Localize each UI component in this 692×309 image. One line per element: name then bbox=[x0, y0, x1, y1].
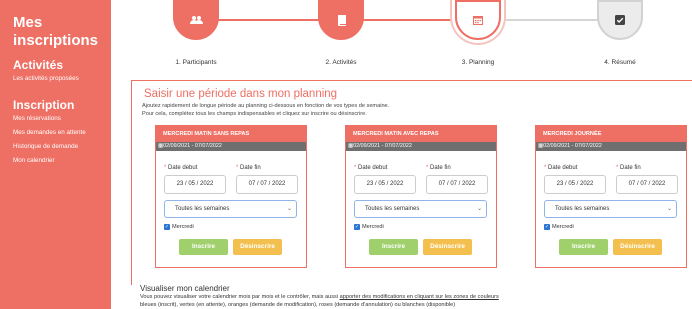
chevron-down-icon: ⌄ bbox=[476, 206, 482, 212]
chevron-down-icon: ⌄ bbox=[286, 206, 292, 212]
sidebar: Mes inscriptions Activités Les activités… bbox=[0, 0, 111, 309]
calendar-icon bbox=[455, 0, 501, 40]
date-debut-label: * Date debut bbox=[354, 165, 387, 171]
sidebar-link-calendrier[interactable]: Mon calendrier bbox=[13, 157, 111, 165]
sidebar-heading-inscription: Inscription bbox=[13, 98, 75, 112]
inscrire-button[interactable]: Inscrire bbox=[559, 239, 608, 255]
panel-description: Ajoutez rapidement de longue période au … bbox=[142, 103, 389, 118]
inscrire-button[interactable]: Inscrire bbox=[369, 239, 418, 255]
activity-card: MERCREDI JOURNÉE ▦02/09/2021 - 07/07/202… bbox=[535, 125, 687, 268]
date-fin-label: * Date fin bbox=[426, 165, 451, 171]
required-mark: * bbox=[354, 165, 357, 171]
date-debut-input[interactable]: 23 / 05 / 2022 bbox=[164, 175, 226, 194]
checkbox-label: Mercredi bbox=[172, 224, 194, 230]
panel-description-line: Ajoutez rapidement de longue période au … bbox=[142, 103, 390, 109]
activity-card: MERCREDI MATIN SANS REPAS ▦02/09/2021 - … bbox=[155, 125, 307, 268]
label-text: Date fin bbox=[620, 165, 641, 171]
select-value: Toutes les semaines bbox=[365, 206, 420, 212]
date-debut-input[interactable]: 23 / 05 / 2022 bbox=[354, 175, 416, 194]
card-period-text: 02/09/2021 - 07/07/2022 bbox=[353, 143, 412, 149]
checkbox-checked-icon: ✓ bbox=[354, 224, 360, 230]
calendar-section-title: Visualiser mon calendrier bbox=[140, 284, 230, 293]
panel-description-line: Pour cela, complétez tous les champs ind… bbox=[142, 110, 367, 117]
week-type-select[interactable]: Toutes les semaines ⌄ bbox=[354, 200, 487, 218]
card-period-text: 02/09/2021 - 07/07/2022 bbox=[163, 143, 222, 149]
step-label: 3. Planning bbox=[461, 59, 495, 66]
mercredi-checkbox[interactable]: ✓ Mercredi bbox=[354, 224, 384, 230]
check-square-icon bbox=[597, 0, 643, 40]
date-fin-input[interactable]: 07 / 07 / 2022 bbox=[236, 175, 298, 194]
calendar-description-line: Vous pouvez visualiser votre calendrier … bbox=[140, 294, 499, 302]
mercredi-checkbox[interactable]: ✓ Mercredi bbox=[544, 224, 574, 230]
label-text: Date fin bbox=[430, 165, 451, 171]
label-text: Date debut bbox=[168, 165, 198, 171]
card-period-text: 02/09/2021 - 07/07/2022 bbox=[543, 143, 602, 149]
label-text: Date fin bbox=[240, 165, 261, 171]
checkbox-checked-icon: ✓ bbox=[164, 224, 170, 230]
inscrire-button[interactable]: Inscrire bbox=[179, 239, 228, 255]
desinscrire-button[interactable]: Désinscrire bbox=[423, 239, 472, 255]
required-mark: * bbox=[426, 165, 429, 171]
sidebar-link-demandes-attente[interactable]: Mes demandes en attente bbox=[13, 129, 111, 137]
date-debut-label: * Date debut bbox=[544, 165, 577, 171]
step-label: 4. Résumé bbox=[604, 59, 636, 66]
desinscrire-button[interactable]: Désinscrire bbox=[613, 239, 662, 255]
card-period: ▦02/09/2021 - 07/07/2022 bbox=[346, 142, 496, 151]
sidebar-link-reservations[interactable]: Mes réservations bbox=[13, 115, 111, 123]
calendar-section-description: Vous pouvez visualiser votre calendrier … bbox=[140, 294, 499, 309]
checkbox-label: Mercredi bbox=[552, 224, 574, 230]
card-title: MERCREDI MATIN SANS REPAS bbox=[156, 126, 306, 142]
checkbox-checked-icon: ✓ bbox=[544, 224, 550, 230]
sidebar-heading-activites: Activités bbox=[13, 58, 64, 72]
activity-card: MERCREDI MATIN AVEC REPAS ▦02/09/2021 - … bbox=[345, 125, 497, 268]
sidebar-link-historique[interactable]: Historique de demande bbox=[13, 143, 111, 151]
progress-stepper: 1. Participants 2. Activités 3. Planning… bbox=[111, 0, 692, 72]
week-type-select[interactable]: Toutes les semaines ⌄ bbox=[164, 200, 297, 218]
required-mark: * bbox=[616, 165, 619, 171]
date-fin-input[interactable]: 07 / 07 / 2022 bbox=[426, 175, 488, 194]
select-value: Toutes les semaines bbox=[555, 206, 610, 212]
book-icon bbox=[318, 0, 364, 40]
sidebar-title: Mes inscriptions bbox=[13, 14, 99, 49]
label-text: Date debut bbox=[548, 165, 578, 171]
required-mark: * bbox=[544, 165, 547, 171]
required-mark: * bbox=[164, 165, 167, 171]
date-fin-label: * Date fin bbox=[236, 165, 261, 171]
sidebar-link-activites-proposees[interactable]: Les activités proposées bbox=[13, 75, 111, 83]
step-label: 2. Activités bbox=[325, 59, 357, 66]
label-text: Date debut bbox=[358, 165, 388, 171]
panel-title: Saisir une période dans mon planning bbox=[144, 88, 338, 100]
card-period: ▦02/09/2021 - 07/07/2022 bbox=[536, 142, 686, 151]
date-fin-label: * Date fin bbox=[616, 165, 641, 171]
chevron-down-icon: ⌄ bbox=[666, 206, 672, 212]
card-title: MERCREDI MATIN AVEC REPAS bbox=[346, 126, 496, 142]
card-title: MERCREDI JOURNÉE bbox=[536, 126, 686, 142]
date-fin-input[interactable]: 07 / 07 / 2022 bbox=[616, 175, 678, 194]
calendar-description-text: Vous pouvez visualiser votre calendrier … bbox=[140, 294, 340, 300]
date-debut-input[interactable]: 23 / 05 / 2022 bbox=[544, 175, 606, 194]
period-panel: Saisir une période dans mon planning Ajo… bbox=[131, 80, 692, 285]
date-debut-label: * Date debut bbox=[164, 165, 197, 171]
week-type-select[interactable]: Toutes les semaines ⌄ bbox=[544, 200, 677, 218]
calendar-description-line: bleues (inscrit), vertes (en attente), o… bbox=[140, 301, 456, 308]
desinscrire-button[interactable]: Désinscrire bbox=[233, 239, 282, 255]
users-icon bbox=[173, 0, 219, 40]
calendar-modification-link[interactable]: apporter des modifications en cliquant s… bbox=[340, 294, 499, 300]
mercredi-checkbox[interactable]: ✓ Mercredi bbox=[164, 224, 194, 230]
required-mark: * bbox=[236, 165, 239, 171]
checkbox-label: Mercredi bbox=[362, 224, 384, 230]
card-period: ▦02/09/2021 - 07/07/2022 bbox=[156, 142, 306, 151]
step-label: 1. Participants bbox=[175, 59, 217, 66]
select-value: Toutes les semaines bbox=[175, 206, 230, 212]
